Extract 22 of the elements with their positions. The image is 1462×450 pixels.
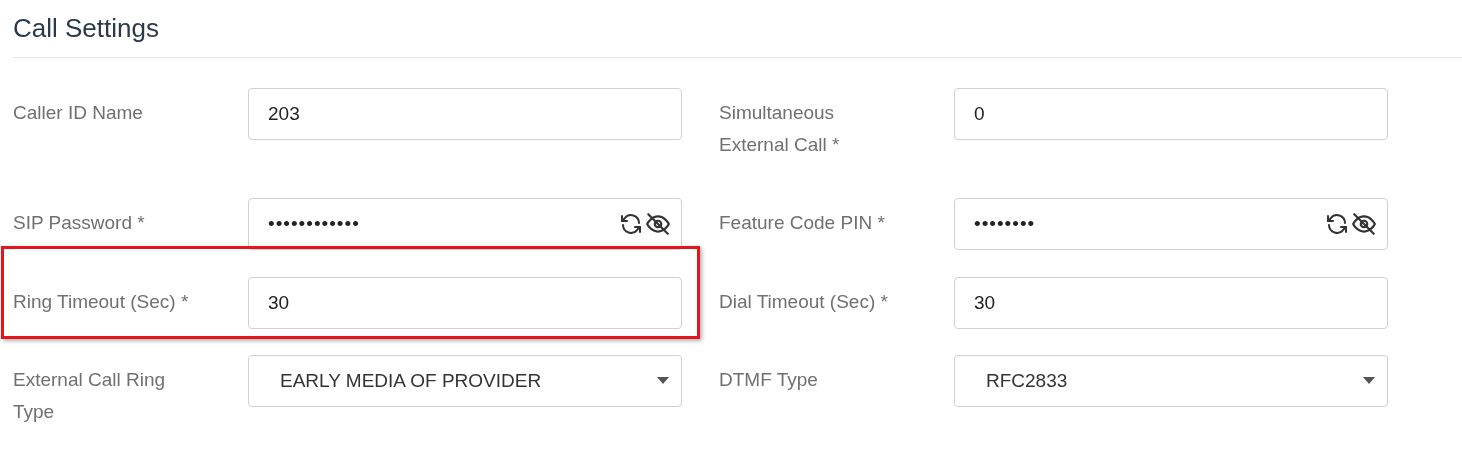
input-field[interactable]: 30 bbox=[248, 277, 682, 329]
refresh-icon[interactable] bbox=[619, 212, 643, 236]
eye-off-icon[interactable] bbox=[645, 211, 671, 237]
field-label: Dial Timeout (Sec) * bbox=[719, 290, 889, 314]
section-title: Call Settings bbox=[13, 12, 159, 45]
field-label: DTMF Type bbox=[719, 368, 819, 392]
field-label: Simultaneous External Call * bbox=[719, 101, 841, 157]
field-label: External Call Ring Type bbox=[13, 368, 167, 424]
field-label: Feature Code PIN * bbox=[719, 211, 886, 235]
password-field[interactable]: •••••••• bbox=[954, 198, 1388, 250]
caret-icon bbox=[1363, 377, 1375, 385]
refresh-icon[interactable] bbox=[1325, 212, 1349, 236]
field-label: Caller ID Name bbox=[13, 101, 144, 125]
field-label: Ring Timeout (Sec) * bbox=[13, 290, 190, 314]
input-field[interactable]: 30 bbox=[954, 277, 1388, 329]
eye-off-icon[interactable] bbox=[1351, 211, 1377, 237]
dropdown-select[interactable]: EARLY MEDIA OF PROVIDER bbox=[248, 355, 682, 407]
dropdown-select[interactable]: RFC2833 bbox=[954, 355, 1388, 407]
caret-icon bbox=[657, 377, 669, 385]
field-label: SIP Password * bbox=[13, 211, 146, 235]
input-field[interactable]: 0 bbox=[954, 88, 1388, 140]
input-field[interactable]: 203 bbox=[248, 88, 682, 140]
